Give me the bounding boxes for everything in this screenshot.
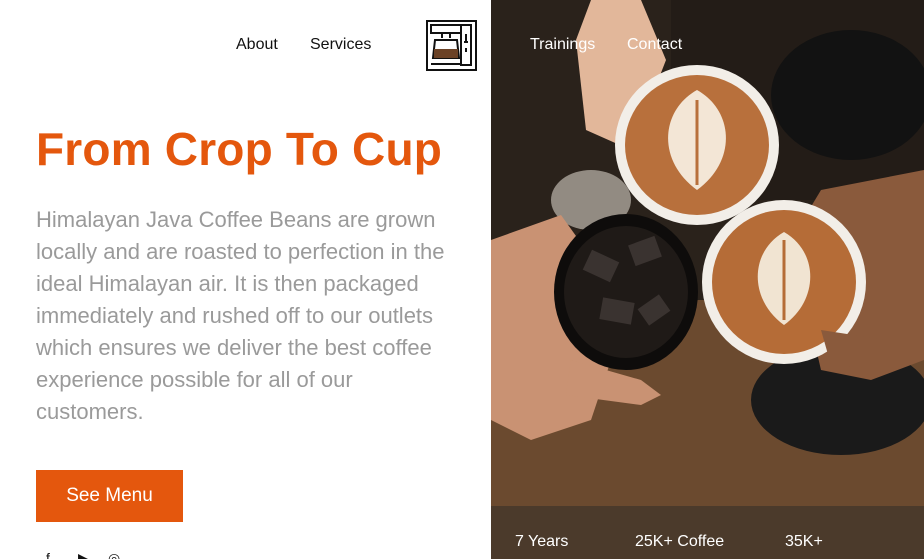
coffee-cheers-photo bbox=[491, 0, 924, 506]
facebook-icon[interactable]: f bbox=[46, 550, 50, 559]
nav-link-contact[interactable]: Contact bbox=[627, 36, 682, 54]
coffee-machine-icon[interactable] bbox=[426, 20, 477, 71]
nav-link-about[interactable]: About bbox=[236, 36, 278, 54]
stat-coffee: 25K+ Coffee bbox=[635, 533, 725, 550]
stats-bar: 7 Years 25K+ Coffee 35K+ bbox=[491, 506, 924, 559]
hero-right-panel: 7 Years 25K+ Coffee 35K+ bbox=[491, 0, 924, 559]
youtube-icon[interactable]: ▶ bbox=[78, 550, 89, 559]
stat-years: 7 Years bbox=[515, 533, 569, 550]
hero-description: Himalayan Java Coffee Beans are grown lo… bbox=[36, 207, 445, 424]
nav-link-trainings[interactable]: Trainings bbox=[530, 36, 595, 54]
hero-title: From Crop To Cup bbox=[36, 123, 443, 175]
see-menu-button[interactable]: See Menu bbox=[36, 470, 183, 522]
instagram-icon[interactable]: ◎ bbox=[108, 550, 120, 559]
stat-customers: 35K+ bbox=[785, 533, 823, 550]
nav-link-services[interactable]: Services bbox=[310, 36, 371, 54]
coffee-cheers-illustration bbox=[491, 0, 924, 506]
